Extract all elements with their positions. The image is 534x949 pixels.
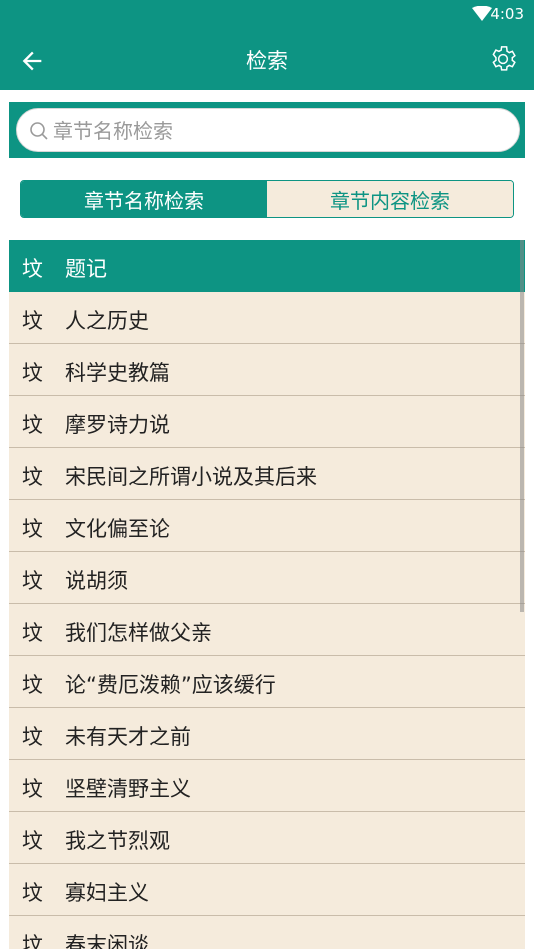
book-mark: 坟 xyxy=(22,933,43,949)
book-mark: 坟 xyxy=(22,569,43,593)
book-mark: 坟 xyxy=(22,413,43,437)
chapter-title: 宋民间之所谓小说及其后来 xyxy=(65,465,317,489)
chapter-title: 科学史教篇 xyxy=(65,361,170,385)
book-mark: 坟 xyxy=(22,361,43,385)
list-item[interactable]: 坟 我之节烈观 xyxy=(9,812,525,864)
list-item[interactable]: 坟 寡妇主义 xyxy=(9,864,525,916)
list-item[interactable]: 坟 我们怎样做父亲 xyxy=(9,604,525,656)
chapter-title: 人之历史 xyxy=(65,309,149,333)
gear-icon[interactable] xyxy=(488,44,518,74)
chapter-title: 摩罗诗力说 xyxy=(65,413,170,437)
chapter-title: 未有天才之前 xyxy=(65,725,191,749)
tab-chapter-content-search[interactable]: 章节内容检索 xyxy=(267,181,513,217)
list-item[interactable]: 坟 春末闲谈 xyxy=(9,916,525,949)
tab-chapter-name-search[interactable]: 章节名称检索 xyxy=(21,181,267,217)
list-item[interactable]: 坟 宋民间之所谓小说及其后来 xyxy=(9,448,525,500)
list-item[interactable]: 坟 坚壁清野主义 xyxy=(9,760,525,812)
chapter-title: 我之节烈观 xyxy=(65,829,170,853)
list-item[interactable]: 坟 论“费厄泼赖”应该缓行 xyxy=(9,656,525,708)
search-input[interactable] xyxy=(51,109,505,153)
app-bar: 检索 xyxy=(0,30,534,90)
chapter-title: 论“费厄泼赖”应该缓行 xyxy=(65,673,276,697)
scrollbar[interactable] xyxy=(520,240,524,612)
list-item[interactable]: 坟 说胡须 xyxy=(9,552,525,604)
list-item[interactable]: 坟 文化偏至论 xyxy=(9,500,525,552)
book-mark: 坟 xyxy=(22,881,43,905)
search-bar xyxy=(9,102,525,158)
list-item[interactable]: 坟 科学史教篇 xyxy=(9,344,525,396)
book-mark: 坟 xyxy=(22,829,43,853)
chapter-title: 春末闲谈 xyxy=(65,933,149,949)
chapter-title: 文化偏至论 xyxy=(65,517,170,541)
page-title: 检索 xyxy=(246,49,288,73)
book-mark: 坟 xyxy=(22,309,43,333)
status-time: 4:03 xyxy=(490,5,524,23)
book-mark: 坟 xyxy=(22,465,43,489)
chapter-list: 坟 题记 坟 人之历史 坟 科学史教篇 坟 摩罗诗力说 坟 宋民间之所谓小说及其… xyxy=(9,240,525,949)
book-mark: 坟 xyxy=(22,725,43,749)
list-item[interactable]: 坟 题记 xyxy=(9,240,525,292)
chapter-title: 说胡须 xyxy=(65,569,128,593)
status-bar: 4:03 xyxy=(0,0,534,30)
list-item[interactable]: 坟 摩罗诗力说 xyxy=(9,396,525,448)
search-box[interactable] xyxy=(16,108,520,153)
list-item[interactable]: 坟 未有天才之前 xyxy=(9,708,525,760)
chapter-title: 我们怎样做父亲 xyxy=(65,621,212,645)
book-mark: 坟 xyxy=(22,777,43,801)
chapter-title: 坚壁清野主义 xyxy=(65,777,191,801)
list-item[interactable]: 坟 人之历史 xyxy=(9,292,525,344)
book-mark: 坟 xyxy=(22,621,43,645)
search-icon xyxy=(30,122,48,140)
chapter-title: 寡妇主义 xyxy=(65,881,149,905)
chapter-title: 题记 xyxy=(65,257,107,281)
book-mark: 坟 xyxy=(22,673,43,697)
search-mode-tabs: 章节名称检索 章节内容检索 xyxy=(20,180,514,218)
book-mark: 坟 xyxy=(22,257,43,281)
book-mark: 坟 xyxy=(22,517,43,541)
wifi-icon xyxy=(472,6,492,21)
